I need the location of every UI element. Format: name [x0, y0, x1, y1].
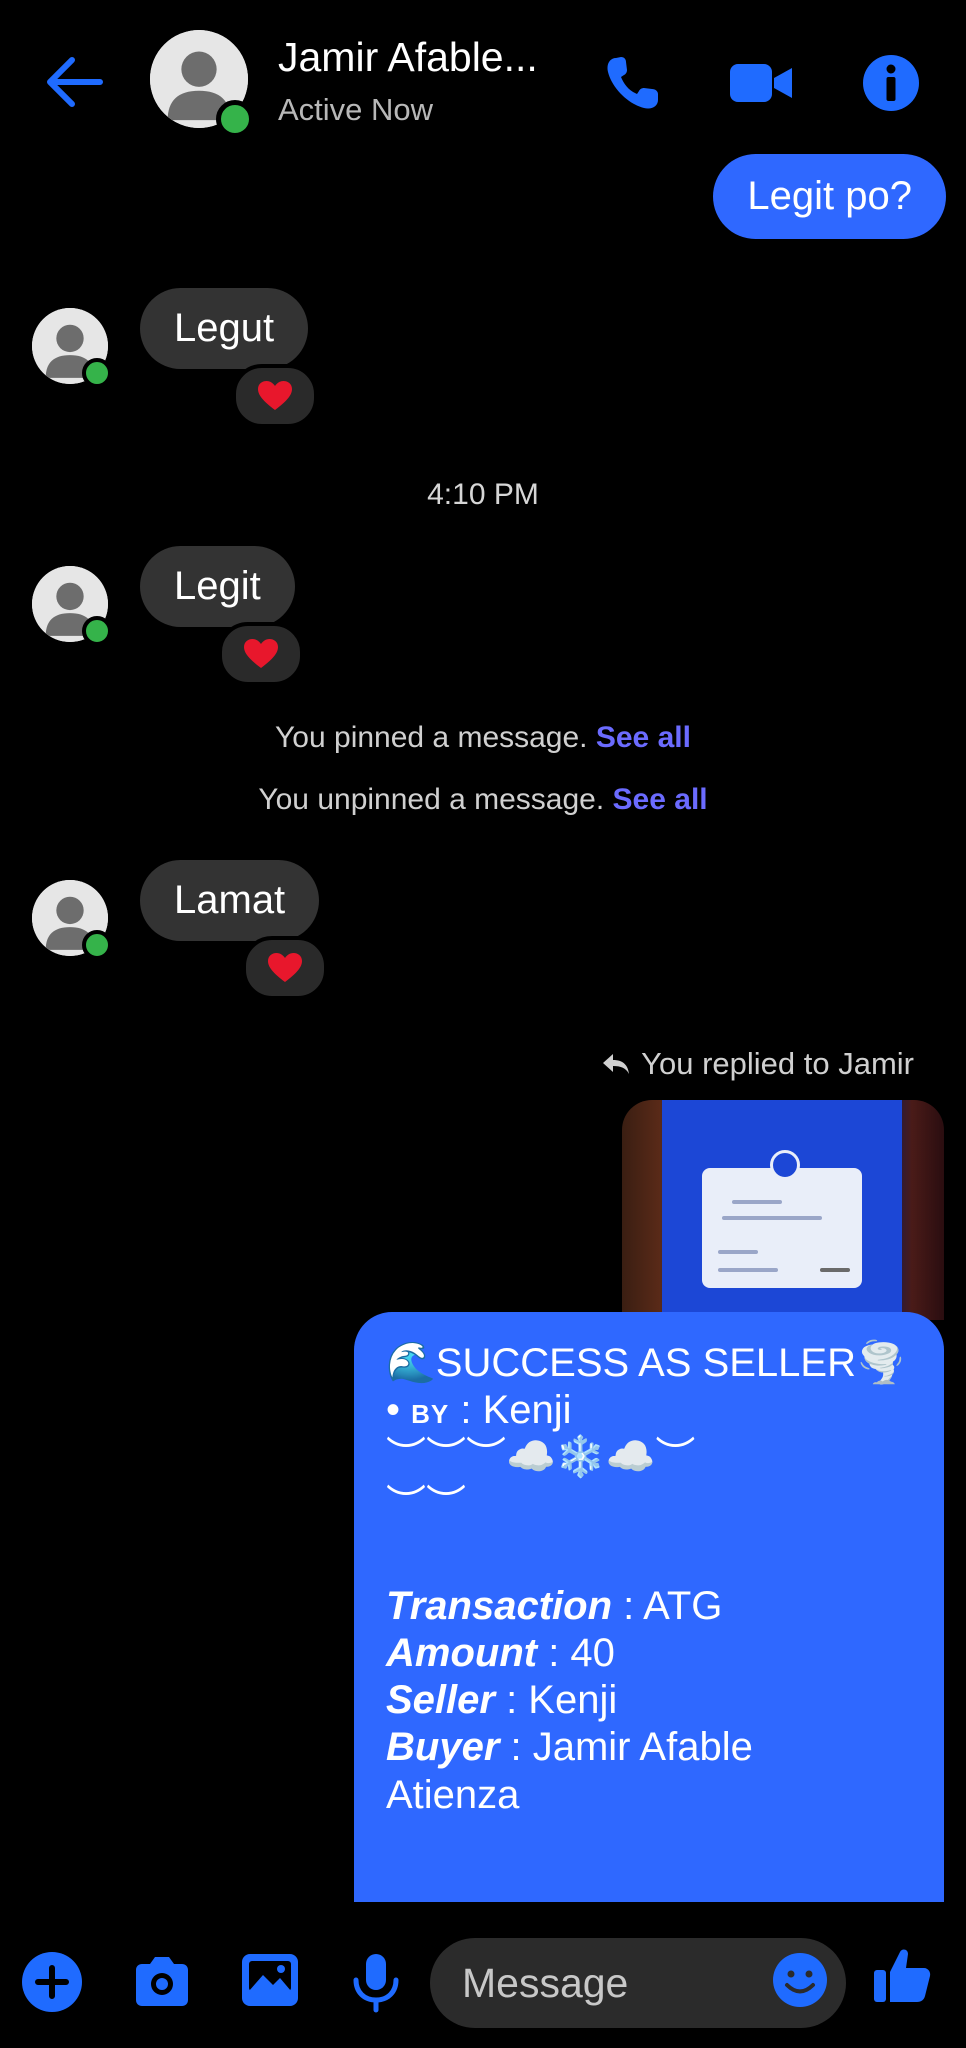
message-bubble-outgoing-receipt[interactable]: 🌊SUCCESS AS SELLER🌪️ • BY : Kenji ︶︶︶☁️❄… [354, 1312, 944, 1902]
receipt-decoration: ︶︶ [386, 1482, 466, 1527]
voice-call-button[interactable] [600, 50, 670, 116]
message-reaction[interactable] [218, 622, 304, 686]
online-indicator [82, 358, 112, 388]
receipt-title: 🌊SUCCESS AS SELLER🌪️ [386, 1341, 906, 1385]
receipt-buyer-continued: Atienza [386, 1772, 520, 1817]
info-icon [863, 55, 919, 111]
contact-status: Active Now [278, 92, 434, 127]
receipt-transaction: Transaction : ATG [386, 1583, 723, 1628]
online-indicator [82, 930, 112, 960]
online-indicator [216, 100, 254, 138]
message-reaction[interactable] [232, 364, 318, 428]
receipt-buyer: Buyer : Jamir Afable [386, 1725, 753, 1770]
microphone-icon [353, 1954, 399, 2013]
video-call-button[interactable] [726, 50, 796, 116]
timestamp: 4:10 PM [427, 478, 539, 511]
phone-icon [607, 57, 658, 109]
gallery-button[interactable] [238, 1948, 302, 2012]
more-actions-button[interactable] [20, 1950, 84, 2014]
contact-name[interactable]: Jamir Afable... [278, 34, 538, 81]
message-bubble-incoming[interactable]: Lamat [140, 860, 320, 941]
emoji-icon [773, 1953, 827, 2007]
info-button[interactable] [856, 50, 926, 116]
heart-icon [244, 639, 278, 668]
like-button[interactable] [870, 1944, 934, 2008]
receipt-decoration: ︶︶︶☁️❄️☁️︶ [386, 1435, 696, 1480]
camera-button[interactable] [130, 1950, 194, 2014]
voice-message-button[interactable] [344, 1950, 408, 2014]
reply-arrow-icon [603, 1054, 630, 1074]
gallery-icon [242, 1954, 298, 2006]
unpinned-notice: You unpinned a message. See all [258, 783, 708, 816]
reply-indicator: You replied to Jamir [601, 1046, 914, 1082]
heart-icon [258, 381, 292, 410]
message-reaction[interactable] [242, 936, 328, 1000]
replied-photo-thumbnail[interactable] [622, 1100, 944, 1320]
pinned-notice: You pinned a message. See all [275, 721, 691, 754]
back-button[interactable] [40, 52, 110, 112]
heart-icon [268, 953, 302, 982]
message-bubble-outgoing[interactable]: Legit po? [713, 154, 946, 239]
thumbs-up-icon [874, 1949, 931, 2002]
emoji-button[interactable] [770, 1950, 830, 2010]
see-all-link[interactable]: See all [596, 721, 691, 754]
online-indicator [82, 616, 112, 646]
see-all-link[interactable]: See all [613, 783, 708, 816]
camera-icon [136, 1957, 188, 2006]
message-bubble-incoming[interactable]: Legit [140, 546, 295, 627]
video-camera-icon [730, 64, 792, 102]
back-arrow-icon [47, 57, 103, 107]
plus-icon [22, 1952, 82, 2012]
receipt-amount: Amount : 40 [386, 1630, 615, 1675]
receipt-seller: Seller : Kenji [386, 1678, 618, 1723]
receipt-by: • BY : Kenji [386, 1388, 572, 1433]
message-bubble-incoming[interactable]: Legut [140, 288, 309, 369]
